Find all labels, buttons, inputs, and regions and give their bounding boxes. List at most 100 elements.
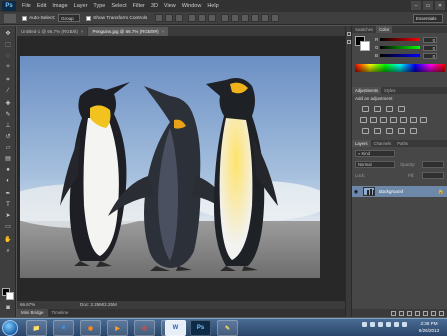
channel-mixer-icon[interactable] (410, 117, 417, 123)
crop-tool-icon[interactable]: ⌗ (3, 76, 13, 85)
workspace-dropdown[interactable]: Essentials (413, 14, 443, 23)
close-tab-icon[interactable]: × (81, 27, 84, 36)
exposure-icon[interactable] (398, 106, 405, 112)
tab-adjustments[interactable]: Adjustments (352, 87, 382, 94)
distribute-bottom-icon[interactable] (241, 14, 250, 22)
taskbar-ie-app[interactable]: e (53, 320, 74, 336)
blend-mode-dropdown[interactable]: Normal (355, 161, 395, 168)
align-hcenter-icon[interactable] (198, 14, 207, 22)
taskbar-word-app[interactable]: W (165, 320, 186, 336)
tab-swatches[interactable]: Swatches (352, 26, 376, 33)
black-white-icon[interactable] (390, 117, 397, 123)
slider-track[interactable] (380, 46, 420, 49)
color-spectrum-bar[interactable] (355, 64, 445, 72)
link-layers-icon[interactable] (391, 310, 396, 316)
marquee-tool-icon[interactable]: ⬚ (3, 41, 13, 50)
red-slider[interactable]: R 0 (375, 36, 445, 43)
slider-value[interactable]: 0 (423, 36, 437, 43)
posterize-icon[interactable] (374, 128, 381, 134)
close-button[interactable]: ✕ (435, 1, 445, 10)
blur-tool-icon[interactable]: ● (3, 166, 13, 175)
menu-view[interactable]: View (164, 3, 176, 9)
taskbar-firefox-app[interactable]: ◉ (80, 320, 101, 336)
align-right-icon[interactable] (208, 14, 217, 22)
distribute-right-icon[interactable] (271, 14, 280, 22)
zoom-level[interactable]: 66.67% (20, 301, 35, 309)
zoom-tool-icon[interactable]: ⌕ (3, 247, 13, 256)
tray-battery-icon[interactable] (386, 322, 391, 327)
document-tab-active[interactable]: Penguins.jpg @ 66.7% (RGB/8#) × (88, 27, 169, 36)
tray-volume-icon[interactable] (378, 322, 383, 327)
eraser-tool-icon[interactable]: ▱ (3, 144, 13, 153)
color-lookup-icon[interactable] (420, 117, 427, 123)
layer-filter-kind[interactable]: ⌕ Kind (355, 150, 395, 157)
tab-timeline[interactable]: Timeline (48, 309, 73, 317)
menu-filter[interactable]: Filter (133, 3, 145, 9)
pen-tool-icon[interactable]: ✒ (3, 190, 13, 199)
new-layer-icon[interactable] (431, 310, 436, 316)
taskbar-clock[interactable]: 2:36 PM 9/26/2013 (413, 321, 445, 334)
path-selection-tool-icon[interactable]: ➤ (3, 212, 13, 221)
type-tool-icon[interactable]: T (3, 201, 13, 210)
tray-update-icon[interactable] (402, 322, 407, 327)
distribute-hcenter-icon[interactable] (261, 14, 270, 22)
gradient-map-icon[interactable] (398, 128, 405, 134)
tab-color[interactable]: Color (376, 26, 393, 33)
quick-mask-icon[interactable]: ◙ (3, 304, 13, 313)
layer-row-background[interactable]: ◉ Background 🔒 (352, 186, 447, 197)
healing-brush-tool-icon[interactable]: ✚ (3, 100, 13, 109)
document-canvas[interactable] (20, 56, 320, 278)
show-transform-checkbox[interactable] (86, 15, 92, 21)
fill-field[interactable] (422, 172, 444, 179)
invert-icon[interactable] (362, 128, 369, 134)
green-slider[interactable]: G 0 (375, 44, 445, 51)
align-top-icon[interactable] (155, 14, 164, 22)
slider-track[interactable] (380, 38, 420, 41)
menu-help[interactable]: Help (207, 3, 218, 9)
shape-tool-icon[interactable]: ▭ (3, 223, 13, 232)
taskbar-media-app[interactable]: ▶ (107, 320, 128, 336)
menu-layer[interactable]: Layer (74, 3, 88, 9)
opacity-field[interactable] (422, 161, 444, 168)
vibrance-icon[interactable] (360, 117, 367, 123)
slider-value[interactable]: 0 (423, 44, 437, 51)
tray-network-icon[interactable] (370, 322, 375, 327)
tab-mini-bridge[interactable]: Mini Bridge (17, 309, 48, 317)
slider-value[interactable]: 0 (423, 52, 437, 59)
threshold-icon[interactable] (386, 128, 393, 134)
taskbar-folder-app[interactable]: 📁 (26, 320, 47, 336)
brightness-contrast-icon[interactable] (362, 106, 369, 112)
align-bottom-icon[interactable] (175, 14, 184, 22)
tray-flag-icon[interactable] (362, 322, 367, 327)
tab-paths[interactable]: Paths (394, 140, 411, 147)
trash-icon[interactable] (439, 310, 444, 316)
selective-color-icon[interactable] (410, 128, 417, 134)
menu-3d[interactable]: 3D (151, 3, 158, 9)
taskbar-photoshop-app[interactable]: Ps (190, 320, 211, 336)
taskbar-paint-app[interactable]: ✎ (217, 320, 238, 336)
lasso-tool-icon[interactable]: ◌ (3, 52, 13, 61)
visibility-eye-icon[interactable]: ◉ (352, 189, 360, 195)
distribute-vcenter-icon[interactable] (231, 14, 240, 22)
document-tab[interactable]: Untitled-1 @ 66.7% (RGB/8) × (17, 27, 88, 36)
minimize-button[interactable]: – (411, 1, 421, 10)
background-color-swatch[interactable] (6, 292, 14, 300)
tab-styles[interactable]: Styles (381, 87, 398, 94)
color-background-swatch[interactable] (360, 41, 370, 51)
maximize-button[interactable]: ▭ (423, 1, 433, 10)
brush-tool-icon[interactable]: ✎ (3, 111, 13, 120)
menu-image[interactable]: Image (52, 3, 67, 9)
auto-select-dropdown[interactable]: Group (58, 14, 81, 22)
align-vcenter-icon[interactable] (165, 14, 174, 22)
menu-window[interactable]: Window (182, 3, 202, 9)
curves-icon[interactable] (386, 106, 393, 112)
move-tool-preset-icon[interactable] (4, 13, 16, 23)
auto-select-checkbox[interactable] (22, 15, 27, 21)
layer-mask-icon[interactable] (407, 310, 412, 316)
distribute-left-icon[interactable] (251, 14, 260, 22)
photo-filter-icon[interactable] (400, 117, 407, 123)
document-size[interactable]: Doc: 2.25M/2.25M (80, 301, 117, 309)
tray-app-icon[interactable] (394, 322, 399, 327)
hue-saturation-icon[interactable] (370, 117, 377, 123)
levels-icon[interactable] (374, 106, 381, 112)
